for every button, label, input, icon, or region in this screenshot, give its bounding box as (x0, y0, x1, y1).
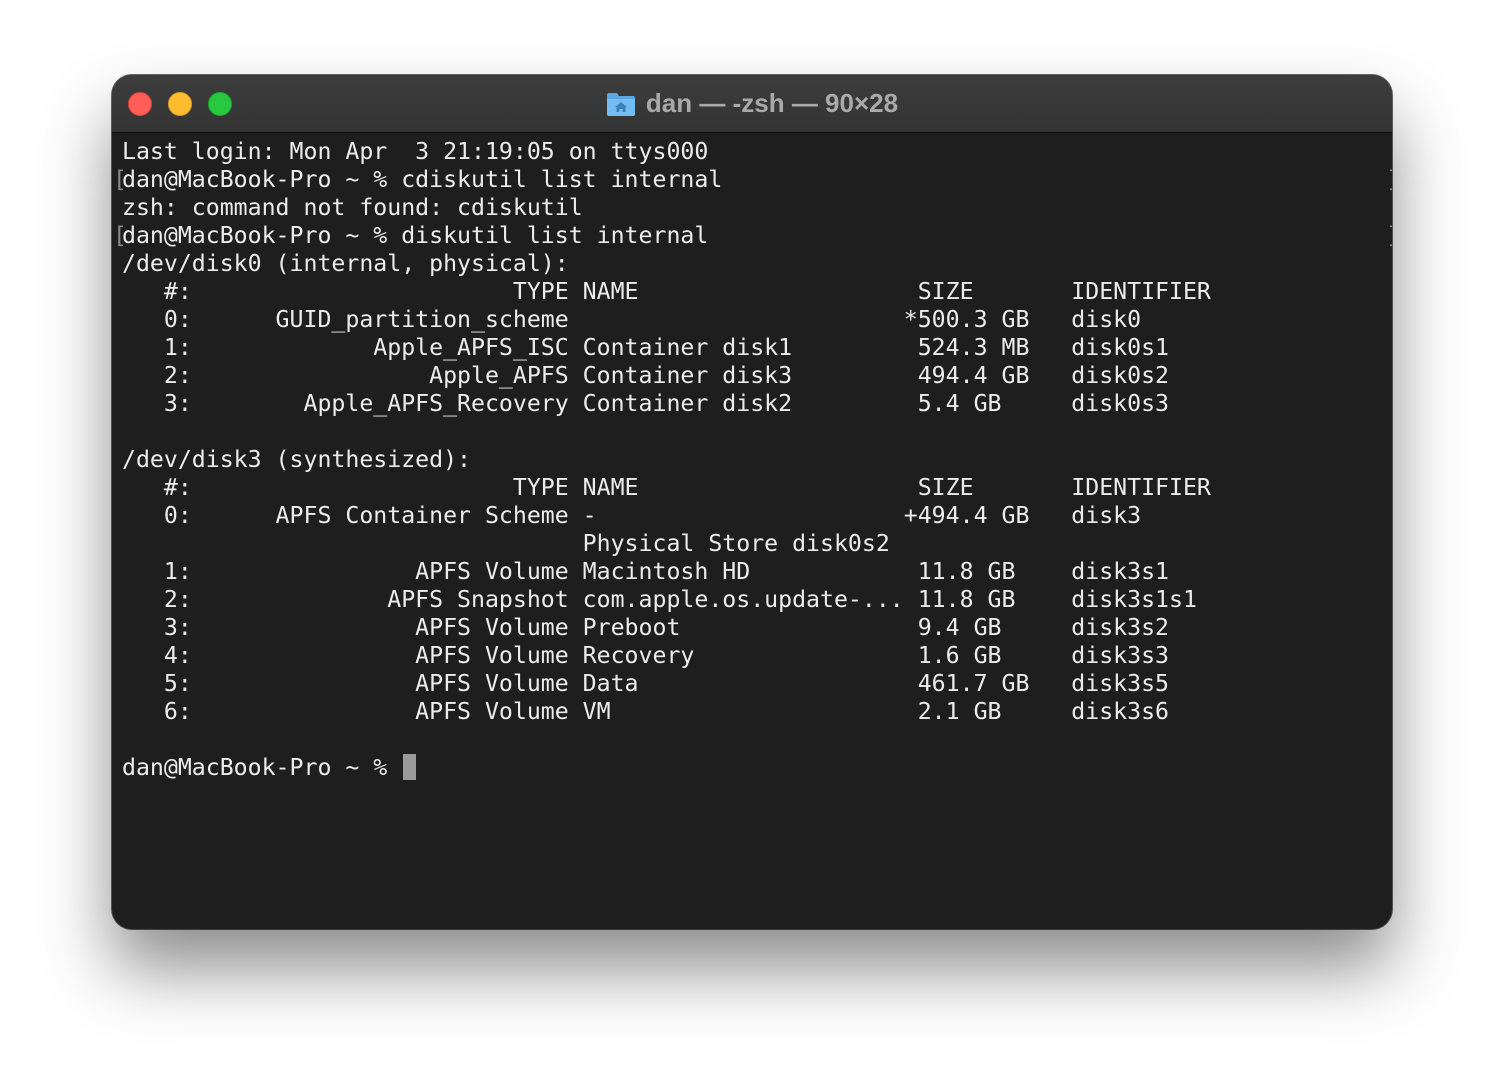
terminal-line: /dev/disk0 (internal, physical): (122, 250, 569, 277)
title-bar[interactable]: dan — -zsh — 90×28 (112, 75, 1392, 133)
terminal-line: 4: APFS Volume Recovery 1.6 GB disk3s3 (122, 642, 1170, 669)
terminal-line: 1: Apple_APFS_ISC Container disk1 524.3 … (122, 334, 1170, 361)
mark-bracket-right: ] (1386, 166, 1392, 194)
terminal-line: 0: GUID_partition_scheme *500.3 GB disk0 (122, 306, 1142, 333)
window-title-text: dan — -zsh — 90×28 (645, 88, 899, 118)
terminal-line: #: TYPE NAME SIZE IDENTIFIER (122, 278, 1211, 305)
terminal-line: 2: Apple_APFS Container disk3 494.4 GB d… (122, 362, 1170, 389)
folder-home-icon (606, 92, 635, 116)
terminal-line: /dev/disk3 (synthesized): (122, 446, 472, 473)
terminal-line-text: dan@MacBook-Pro ~ % diskutil list intern… (122, 222, 709, 249)
mark-bracket-right: ] (1386, 222, 1392, 250)
terminal-line: 3: APFS Volume Preboot 9.4 GB disk3s2 (122, 614, 1170, 641)
terminal-line: Physical Store disk0s2 (122, 530, 890, 557)
terminal-line: Last login: Mon Apr 3 21:19:05 on ttys00… (122, 138, 709, 165)
terminal-line: 0: APFS Container Scheme - +494.4 GB dis… (122, 502, 1142, 529)
prompt-text: dan@MacBook-Pro ~ % (122, 754, 402, 781)
terminal-line-text: dan@MacBook-Pro ~ % cdiskutil list inter… (122, 166, 723, 193)
terminal-line: 3: Apple_APFS_Recovery Container disk2 5… (122, 390, 1170, 417)
text-cursor (403, 754, 417, 780)
terminal-line-marked: [dan@MacBook-Pro ~ % diskutil list inter… (113, 222, 1392, 250)
prompt-line[interactable]: dan@MacBook-Pro ~ % (122, 754, 1382, 782)
terminal-line-marked: [dan@MacBook-Pro ~ % cdiskutil list inte… (113, 166, 1392, 194)
terminal-line: 2: APFS Snapshot com.apple.os.update-...… (122, 586, 1197, 613)
window-title: dan — -zsh — 90×28 (112, 75, 1392, 132)
terminal-line: 5: APFS Volume Data 461.7 GB disk3s5 (122, 670, 1170, 697)
terminal-line: zsh: command not found: cdiskutil (122, 194, 583, 221)
terminal-output[interactable]: Last login: Mon Apr 3 21:19:05 on ttys00… (113, 138, 1392, 782)
terminal-line: 1: APFS Volume Macintosh HD 11.8 GB disk… (122, 558, 1170, 585)
terminal-window: dan — -zsh — 90×28 Last login: Mon Apr 3… (112, 75, 1392, 929)
mark-bracket-left: [ (113, 222, 127, 249)
mark-bracket-left: [ (113, 166, 127, 193)
terminal-line: #: TYPE NAME SIZE IDENTIFIER (122, 474, 1211, 501)
terminal-line: 6: APFS Volume VM 2.1 GB disk3s6 (122, 698, 1170, 725)
